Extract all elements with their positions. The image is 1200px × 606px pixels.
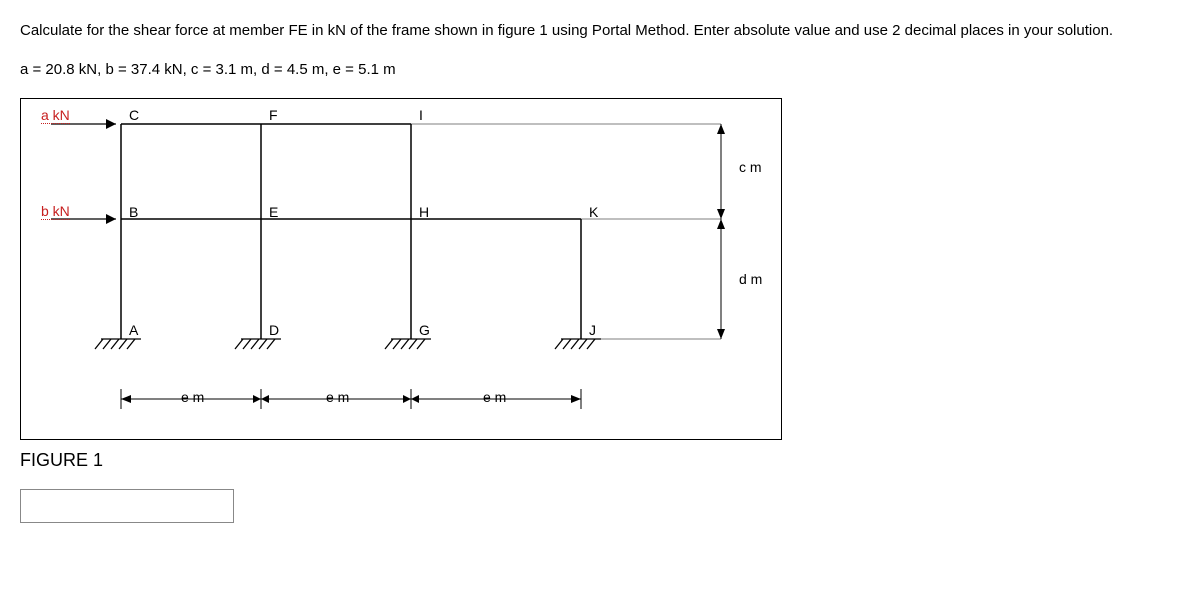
param-line: a = 20.8 kN, b = 37.4 kN, c = 3.1 m, d =… <box>20 61 1180 78</box>
load-a-label: a kN <box>41 107 70 124</box>
joint-j: J <box>589 322 596 338</box>
frame-diagram <box>21 99 781 439</box>
joint-g: G <box>419 322 430 338</box>
figure-1: a kN b kN C F I B E H K A D G J e m e m … <box>20 98 782 440</box>
dim-bay2: e m <box>326 389 349 405</box>
dim-bot-story: d m <box>739 271 762 287</box>
joint-a: A <box>129 322 138 338</box>
joint-d: D <box>269 322 279 338</box>
joint-i: I <box>419 107 423 123</box>
joint-k: K <box>589 204 598 220</box>
joint-f: F <box>269 107 278 123</box>
load-b-label: b kN <box>41 203 70 220</box>
joint-c: C <box>129 107 139 123</box>
joint-h: H <box>419 204 429 220</box>
answer-input[interactable] <box>20 489 234 523</box>
problem-text: Calculate for the shear force at member … <box>20 20 1180 41</box>
dim-bay1: e m <box>181 389 204 405</box>
joint-b: B <box>129 204 138 220</box>
dim-bay3: e m <box>483 389 506 405</box>
figure-caption: FIGURE 1 <box>20 450 1180 471</box>
dim-top-story: c m <box>739 159 762 175</box>
joint-e: E <box>269 204 278 220</box>
